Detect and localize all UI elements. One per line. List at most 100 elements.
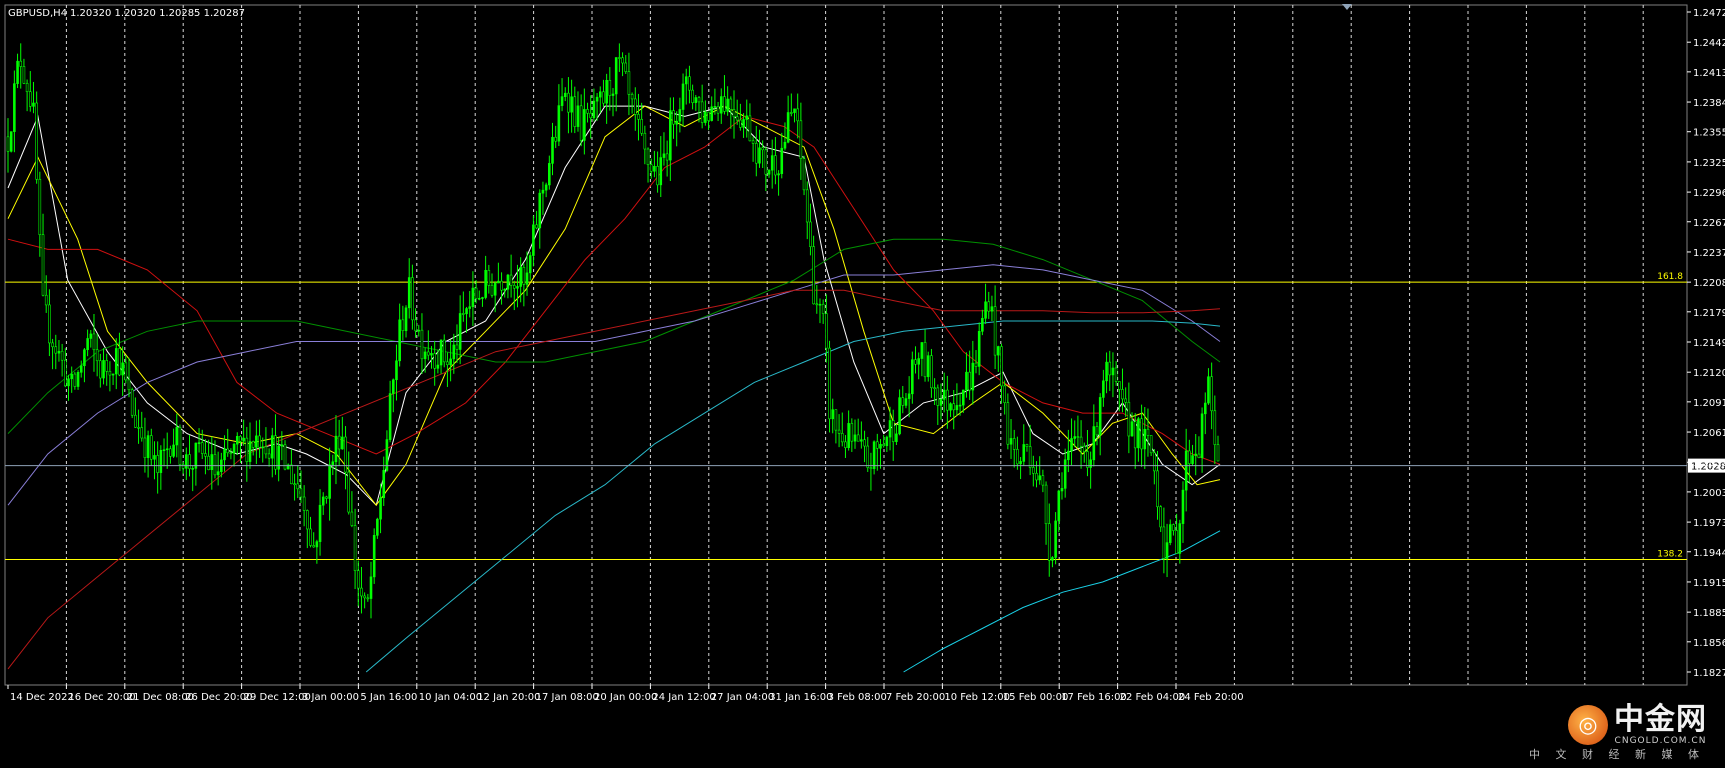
candle-body	[1051, 557, 1054, 561]
candle-body	[751, 140, 755, 144]
candle-body	[898, 397, 901, 435]
candle-body	[181, 464, 185, 469]
candle-body	[1159, 506, 1162, 528]
candle-body	[509, 274, 513, 286]
candle-body	[411, 277, 414, 321]
candle-body	[1028, 446, 1032, 468]
candle-body	[684, 76, 688, 85]
candle-body	[621, 57, 624, 64]
candle-body	[83, 349, 86, 367]
candle-body	[331, 461, 335, 466]
candle-body	[6, 136, 10, 152]
candle-body	[1149, 435, 1153, 454]
candle-body	[519, 267, 522, 287]
candle-body	[124, 362, 128, 381]
candle-body	[462, 313, 465, 315]
candle-body	[13, 83, 16, 132]
candle-body	[127, 379, 131, 391]
candle-body	[1025, 444, 1029, 447]
candle-body	[248, 441, 252, 462]
candle-body	[1089, 459, 1092, 468]
candle-body	[70, 373, 73, 380]
candle-body	[793, 108, 796, 113]
candle-body	[522, 267, 526, 285]
candle-body	[353, 525, 357, 571]
candle-body	[9, 131, 13, 152]
candle-body	[446, 361, 449, 366]
candle-body	[926, 355, 930, 378]
candle-body	[570, 96, 573, 113]
candle-body	[850, 423, 854, 442]
candle-body	[1197, 453, 1201, 458]
candle-body	[372, 535, 376, 578]
candle-body	[955, 405, 959, 411]
candle-body	[853, 434, 857, 442]
candle-body	[799, 120, 803, 159]
candle-body	[487, 270, 491, 286]
candle-body	[669, 110, 672, 161]
candle-body	[1047, 523, 1051, 561]
x-tick-label: 17 Jan 08:00	[536, 692, 599, 703]
candle-body	[837, 429, 841, 434]
x-tick-label: 29 Dec 12:00	[244, 692, 311, 703]
candle-body	[226, 448, 230, 454]
price-chart[interactable]: 161.8138.2 1.20287 1.247201.244251.24135…	[0, 0, 1725, 764]
candle-body	[1162, 526, 1166, 559]
candle-body	[742, 119, 745, 128]
y-tick-label: 1.21790	[1693, 308, 1725, 319]
candle-body	[376, 518, 379, 536]
candle-body	[455, 344, 459, 350]
candle-body	[780, 147, 784, 175]
candle-body	[1200, 413, 1204, 458]
candle-body	[105, 360, 109, 372]
candle-body	[1153, 452, 1156, 472]
candle-body	[108, 371, 112, 376]
candle-body	[366, 597, 370, 600]
candle-body	[825, 313, 828, 349]
candle-body	[118, 348, 121, 376]
candle-body	[32, 102, 35, 107]
chart-area[interactable]: 161.8138.2 1.20287 1.247201.244251.24135…	[0, 0, 1725, 764]
candle-body	[73, 373, 77, 387]
candle-body	[1203, 402, 1207, 415]
candle-body	[293, 483, 296, 486]
y-tick-label: 1.19150	[1693, 578, 1725, 589]
price-axis[interactable]: 1.24720 1.24425 1.24135 1.23840 1.23550 1.232…	[1687, 8, 1725, 679]
candle-body	[662, 153, 666, 158]
candle-body	[1114, 367, 1118, 382]
y-tick-label: 1.22960	[1693, 188, 1725, 199]
candle-body	[1073, 436, 1077, 439]
candle-body	[232, 443, 236, 454]
y-tick-label: 1.20320	[1693, 458, 1725, 469]
y-tick-label: 1.20910	[1693, 398, 1725, 409]
candle-body	[427, 351, 430, 356]
y-tick-label: 1.18855	[1693, 608, 1725, 619]
candle-body	[946, 389, 949, 411]
candle-body	[356, 570, 360, 589]
candle-body	[404, 307, 408, 331]
candle-body	[274, 435, 277, 470]
candle-body	[382, 470, 386, 499]
candle-body	[665, 153, 669, 161]
candle-body	[697, 97, 701, 103]
candle-body	[1019, 461, 1022, 465]
candle-body	[920, 342, 924, 359]
y-tick-label: 1.22375	[1693, 248, 1725, 259]
candle-body	[360, 587, 363, 597]
candle-body	[653, 166, 656, 172]
candle-body	[774, 155, 777, 176]
candle-body	[391, 379, 395, 394]
candle-body	[595, 96, 599, 102]
candle-body	[420, 329, 424, 360]
x-tick-label: 24 Jan 12:00	[652, 692, 715, 703]
candle-body	[525, 272, 529, 285]
candle-body	[207, 455, 210, 470]
candle-body	[261, 446, 265, 449]
candle-body	[458, 313, 462, 350]
candle-body	[713, 106, 717, 108]
candle-body	[54, 346, 58, 354]
candle-body	[1105, 361, 1108, 382]
candle-body	[1191, 455, 1194, 464]
fib-level-label: 161.8	[1657, 272, 1683, 282]
candle-body	[535, 224, 538, 229]
